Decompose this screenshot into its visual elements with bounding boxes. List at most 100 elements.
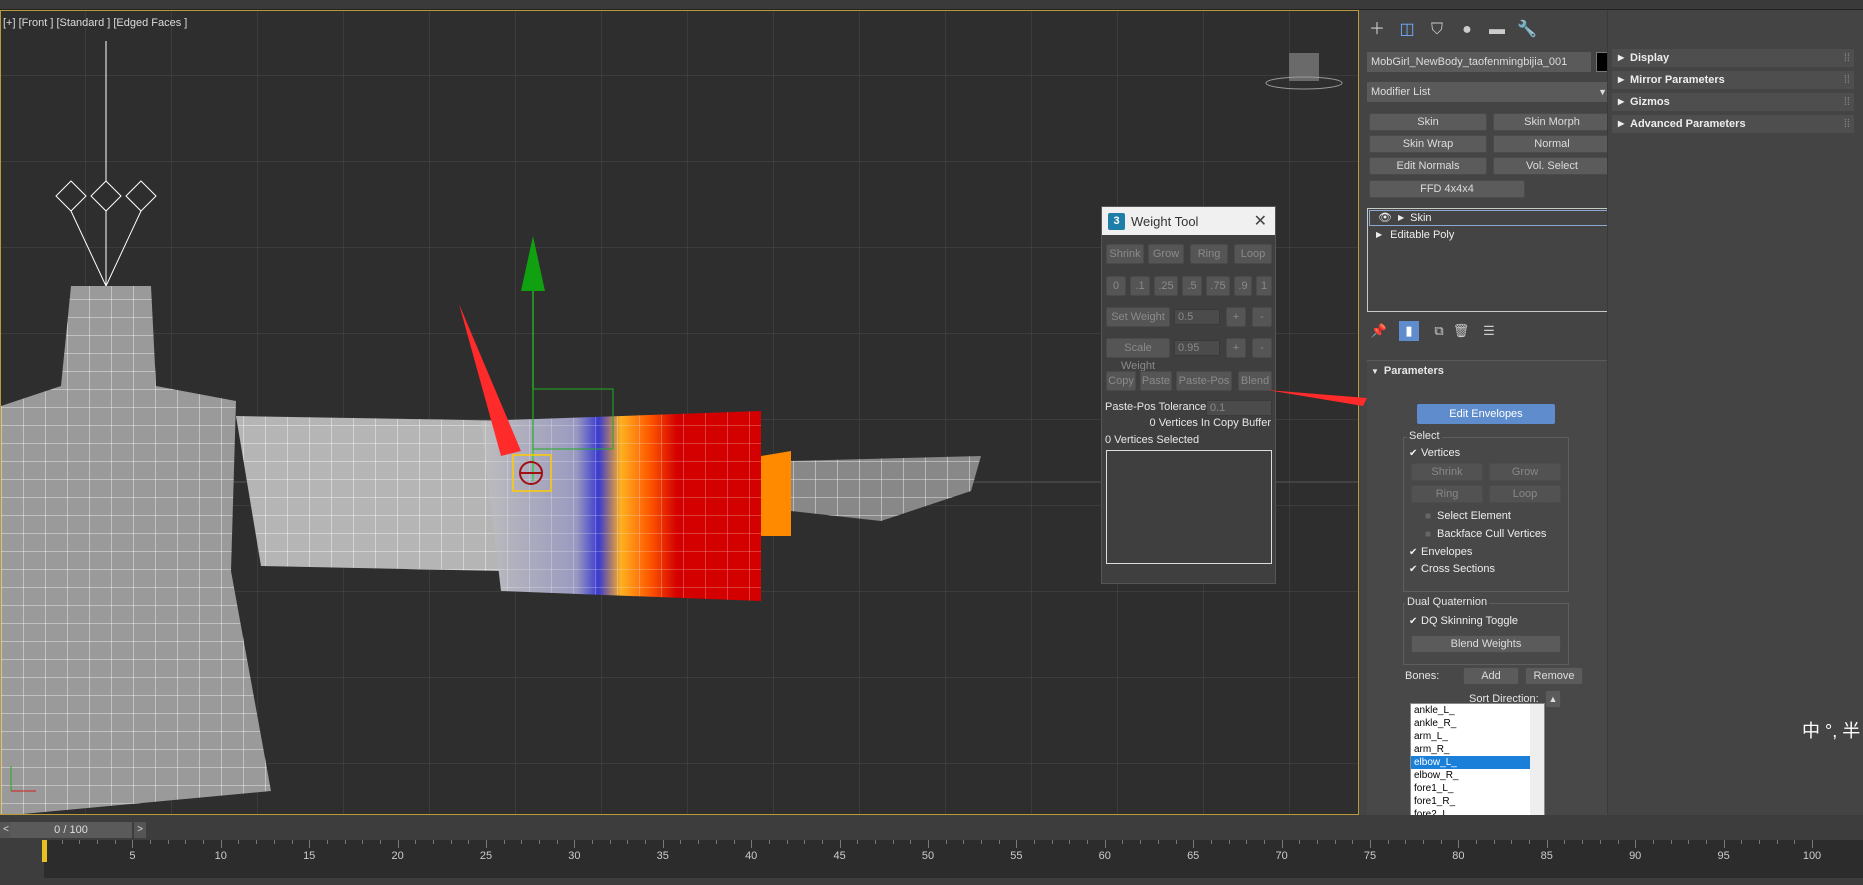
timeline-tick <box>1016 840 1018 848</box>
bone-item-selected[interactable]: elbow_L_ <box>1411 756 1544 769</box>
bone-item[interactable]: ankle_R_ <box>1411 717 1544 730</box>
bone-item[interactable]: ankle_L_ <box>1411 704 1544 717</box>
motion-tab-icon[interactable]: ● <box>1453 18 1481 42</box>
wt-tolerance-spinner[interactable]: 0.1 <box>1206 400 1272 416</box>
configure-modifier-sets-icon[interactable]: ☰ <box>1479 321 1499 341</box>
remove-modifier-icon[interactable]: 🗑 <box>1451 321 1471 341</box>
dq-skinning-checkbox[interactable]: ✔ DQ Skinning Toggle <box>1409 615 1518 627</box>
wt-set-weight-button[interactable]: Set Weight <box>1106 307 1170 327</box>
vertices-checkbox[interactable]: ✔ Vertices <box>1409 447 1460 459</box>
bone-item[interactable]: elbow_R_ <box>1411 769 1544 782</box>
wt-grow-button[interactable]: Grow <box>1148 244 1184 264</box>
modifier-ffd-button[interactable]: FFD 4x4x4 <box>1369 180 1525 198</box>
expand-arrow-icon[interactable]: ▶ <box>1398 210 1404 226</box>
stack-item-skin[interactable]: 👁 ▶ Skin <box>1369 210 1610 226</box>
make-unique-icon[interactable]: ⧉ <box>1429 321 1449 341</box>
wt-weight-1-button[interactable]: 1 <box>1256 276 1272 296</box>
wt-weight-05-button[interactable]: .5 <box>1182 276 1202 296</box>
next-frame-button[interactable]: > <box>134 822 146 838</box>
wt-scale-weight-plus[interactable]: + <box>1226 338 1246 358</box>
bone-item[interactable]: fore1_R_ <box>1411 795 1544 808</box>
select-element-checkbox[interactable]: ■ Select Element <box>1425 510 1511 522</box>
wt-paste-pos-button[interactable]: Paste-Pos <box>1176 371 1232 391</box>
bone-item[interactable]: arm_L_ <box>1411 730 1544 743</box>
modifier-skin-button[interactable]: Skin <box>1369 113 1487 131</box>
timeline-tick-label: 95 <box>1717 850 1730 862</box>
wt-weight-0-button[interactable]: 0 <box>1106 276 1126 296</box>
wt-scale-weight-button[interactable]: Scale Weight <box>1106 338 1170 372</box>
loop-button[interactable]: Loop <box>1489 485 1561 503</box>
bones-list[interactable]: ankle_L_ ankle_R_ arm_L_ arm_R_ elbow_L_… <box>1410 703 1545 823</box>
timeline-tick-label: 90 <box>1629 850 1642 862</box>
timeline-tick <box>256 840 258 844</box>
ime-status-indicator[interactable]: 中 °, 半 <box>1802 717 1860 743</box>
wt-loop-button[interactable]: Loop <box>1234 244 1272 264</box>
edit-envelopes-button[interactable]: Edit Envelopes <box>1417 404 1555 424</box>
create-tab-icon[interactable]: ＋ <box>1363 18 1391 42</box>
modifier-vol-select-button[interactable]: Vol. Select <box>1493 157 1611 175</box>
wt-set-weight-plus[interactable]: + <box>1226 307 1246 327</box>
envelopes-checkbox[interactable]: ✔ Envelopes <box>1409 546 1472 558</box>
modifier-skin-morph-button[interactable]: Skin Morph <box>1493 113 1611 131</box>
rollout-gizmos[interactable]: ▶ Gizmos ⁞⁞ <box>1612 93 1854 111</box>
rollout-display[interactable]: ▶ Display ⁞⁞ <box>1612 49 1854 67</box>
timeline-tick-label: 50 <box>921 850 935 862</box>
pin-stack-icon[interactable]: 📌 <box>1369 321 1389 341</box>
shrink-button[interactable]: Shrink <box>1411 463 1483 481</box>
wt-selected-status: 0 Vertices Selected <box>1105 434 1200 446</box>
rollout-mirror-parameters[interactable]: ▶ Mirror Parameters ⁞⁞ <box>1612 71 1854 89</box>
sort-direction-icon[interactable]: ▲ <box>1545 690 1561 708</box>
wt-copy-button[interactable]: Copy <box>1106 371 1136 391</box>
timeline-tick <box>1087 840 1089 844</box>
timeline-tick <box>1582 840 1584 844</box>
bone-item[interactable]: arm_R_ <box>1411 743 1544 756</box>
hierarchy-tab-icon[interactable]: ⛉ <box>1423 18 1451 42</box>
bone-item[interactable]: fore1_L_ <box>1411 782 1544 795</box>
remove-bone-button[interactable]: Remove <box>1525 667 1583 685</box>
wt-vertex-weight-list[interactable] <box>1106 450 1272 564</box>
eye-icon[interactable]: 👁 <box>1378 210 1392 226</box>
timeline-tick <box>521 840 523 844</box>
grow-button[interactable]: Grow <box>1489 463 1561 481</box>
utilities-tab-icon[interactable]: 🔧 <box>1513 18 1541 42</box>
modifier-stack[interactable]: 👁 ▶ Skin ▶ Editable Poly <box>1367 208 1612 312</box>
cross-sections-checkbox[interactable]: ✔ Cross Sections <box>1409 563 1495 575</box>
modify-tab-icon[interactable]: ◫ <box>1393 18 1421 42</box>
wt-scale-weight-minus[interactable]: - <box>1252 338 1272 358</box>
timeline-tick <box>804 840 806 844</box>
show-end-result-icon[interactable]: ▮ <box>1399 321 1419 341</box>
expand-arrow-icon[interactable]: ▶ <box>1376 227 1382 243</box>
timeline-tick <box>203 840 205 844</box>
wt-weight-075-button[interactable]: .75 <box>1206 276 1230 296</box>
timeline-track[interactable]: 5 10 15 20 25 30 35 40 45 50 55 60 65 70 75 80 85 90 95 100 <box>42 840 1863 878</box>
wt-weight-025-button[interactable]: .25 <box>1154 276 1178 296</box>
modifier-edit-normals-button[interactable]: Edit Normals <box>1369 157 1487 175</box>
wt-weight-09-button[interactable]: .9 <box>1234 276 1252 296</box>
modifier-skin-wrap-button[interactable]: Skin Wrap <box>1369 135 1487 153</box>
backface-cull-checkbox[interactable]: ■ Backface Cull Vertices <box>1425 528 1546 540</box>
time-slider[interactable]: 0 / 100 <box>10 822 132 838</box>
wt-set-weight-spinner[interactable]: 0.5 <box>1174 309 1220 325</box>
wt-weight-01-button[interactable]: .1 <box>1130 276 1150 296</box>
modifier-list-dropdown[interactable]: Modifier List ▼ <box>1367 82 1613 102</box>
ring-button[interactable]: Ring <box>1411 485 1483 503</box>
modifier-normal-button[interactable]: Normal <box>1493 135 1611 153</box>
stack-item-editable-poly[interactable]: ▶ Editable Poly <box>1368 227 1611 243</box>
viewport-label[interactable]: [+] [Front ] [Standard ] [Edged Faces ] <box>3 17 187 29</box>
weight-tool-titlebar[interactable]: 3 Weight Tool ✕ <box>1102 207 1275 235</box>
time-slider-head[interactable] <box>42 840 47 862</box>
add-bone-button[interactable]: Add <box>1463 667 1519 685</box>
close-icon[interactable]: ✕ <box>1254 211 1267 231</box>
parameters-title[interactable]: ▼ Parameters <box>1371 365 1444 377</box>
wt-scale-weight-spinner[interactable]: 0.95 <box>1174 340 1220 356</box>
wt-set-weight-minus[interactable]: - <box>1252 307 1272 327</box>
wt-shrink-button[interactable]: Shrink <box>1106 244 1144 264</box>
display-tab-icon[interactable]: ▬ <box>1483 18 1511 42</box>
bones-list-scrollbar[interactable] <box>1530 704 1544 822</box>
timeline-tick <box>1122 840 1124 844</box>
wt-paste-button[interactable]: Paste <box>1140 371 1172 391</box>
blend-weights-button[interactable]: Blend Weights <box>1411 635 1561 653</box>
wt-ring-button[interactable]: Ring <box>1190 244 1228 264</box>
rollout-advanced-parameters[interactable]: ▶ Advanced Parameters ⁞⁞ <box>1612 115 1854 133</box>
object-name-field[interactable]: MobGirl_NewBody_taofenmingbijia_001 <box>1367 52 1591 72</box>
